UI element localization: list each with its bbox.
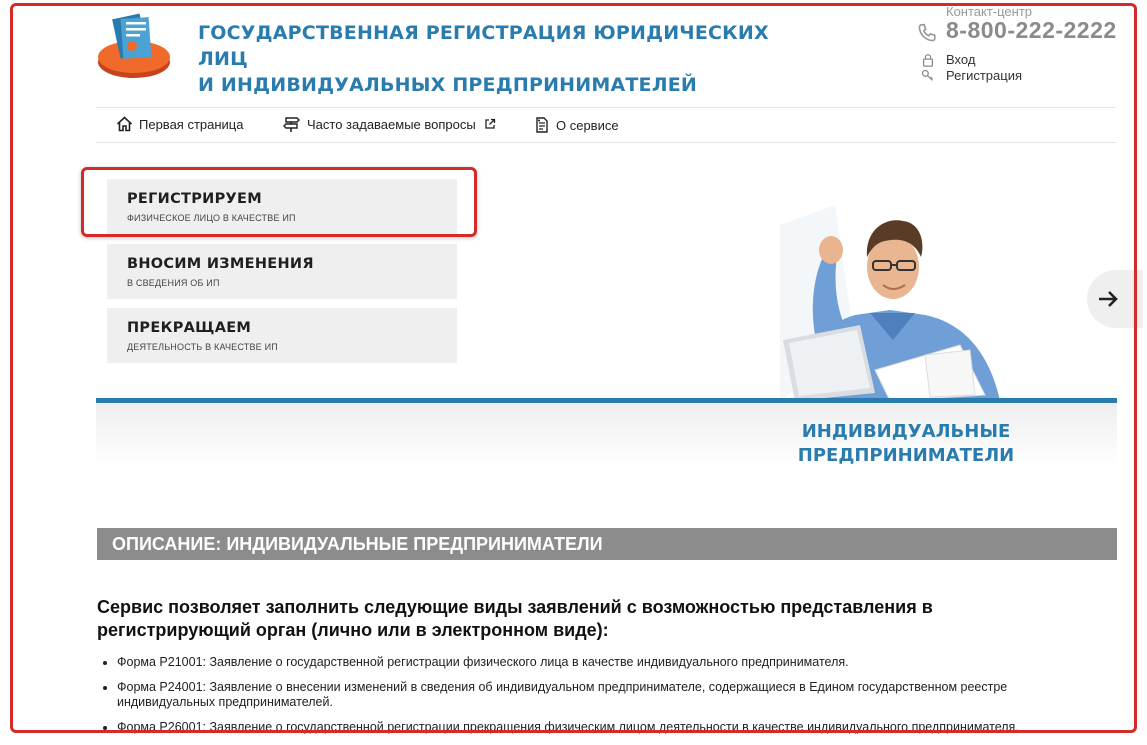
contact-phone[interactable]: 8-800-222-2222 xyxy=(946,17,1117,44)
lock-icon xyxy=(923,53,933,67)
nav-item-faq[interactable]: Часто задаваемые вопросы xyxy=(283,116,502,132)
forms-list: Форма Р21001: Заявление о государственно… xyxy=(97,655,1097,745)
signpost-icon xyxy=(283,117,300,132)
site-logo[interactable] xyxy=(96,12,172,82)
site-title-line2: И ИНДИВИДУАЛЬНЫХ ПРЕДПРИНИМАТЕЛЕЙ xyxy=(198,74,697,96)
businessman-illustration xyxy=(780,205,1000,401)
banner-next-button[interactable] xyxy=(1087,270,1143,328)
nav-item-home[interactable]: Первая страница xyxy=(116,116,243,132)
menu-tile-title: ПРЕКРАЩАЕМ xyxy=(127,320,252,336)
menu-tile-title: РЕГИСТРИРУЕМ xyxy=(127,191,262,207)
logo-icon xyxy=(98,13,170,78)
main-nav: Первая страница Часто задаваемые вопросы… xyxy=(96,107,1116,143)
banner-title-line1: ИНДИВИДУАЛЬНЫЕ xyxy=(801,421,1011,442)
arrow-right-icon xyxy=(1099,291,1118,307)
nav-item-label: Часто задаваемые вопросы xyxy=(307,116,476,132)
key-icon xyxy=(921,69,934,81)
site-title-line1: ГОСУДАРСТВЕННАЯ РЕГИСТРАЦИЯ ЮРИДИЧЕСКИХ … xyxy=(198,22,769,70)
banner-title: ИНДИВИДУАЛЬНЫЕ ПРЕДПРИНИМАТЕЛИ xyxy=(780,420,1032,468)
menu-tile-subtitle: В СВЕДЕНИЯ ОБ ИП xyxy=(127,278,220,288)
nav-item-about[interactable]: О сервисе xyxy=(534,116,619,134)
menu-tile-terminate[interactable]: ПРЕКРАЩАЕМ ДЕЯТЕЛЬНОСТЬ В КАЧЕСТВЕ ИП xyxy=(107,308,457,363)
nav-item-label: О сервисе xyxy=(556,117,619,133)
menu-tile-subtitle: ДЕЯТЕЛЬНОСТЬ В КАЧЕСТВЕ ИП xyxy=(127,342,278,352)
list-item: Форма Р26001: Заявление о государственно… xyxy=(117,720,1097,735)
list-item: Форма Р21001: Заявление о государственно… xyxy=(117,655,1097,670)
description-lead: Сервис позволяет заполнить следующие вид… xyxy=(97,597,933,640)
menu-tile-title: ВНОСИМ ИЗМЕНЕНИЯ xyxy=(127,256,314,272)
site-title[interactable]: ГОСУДАРСТВЕННАЯ РЕГИСТРАЦИЯ ЮРИДИЧЕСКИХ … xyxy=(198,20,818,98)
description-header: ОПИСАНИЕ: ИНДИВИДУАЛЬНЫЕ ПРЕДПРИНИМАТЕЛИ xyxy=(97,528,1117,560)
home-icon xyxy=(116,116,133,132)
login-link[interactable]: Вход xyxy=(920,52,975,67)
register-label: Регистрация xyxy=(946,68,1022,83)
document-icon xyxy=(536,117,548,133)
menu-tile-changes[interactable]: ВНОСИМ ИЗМЕНЕНИЯ В СВЕДЕНИЯ ОБ ИП xyxy=(107,244,457,299)
menu-tile-subtitle: ФИЗИЧЕСКОЕ ЛИЦО В КАЧЕСТВЕ ИП xyxy=(127,213,296,223)
register-link[interactable]: Регистрация xyxy=(920,68,1022,83)
banner-title-line2: ПРЕДПРИНИМАТЕЛИ xyxy=(797,445,1015,466)
menu-tile-register[interactable]: РЕГИСТРИРУЕМ ФИЗИЧЕСКОЕ ЛИЦО В КАЧЕСТВЕ … xyxy=(107,179,457,234)
login-label: Вход xyxy=(946,52,976,67)
nav-item-label: Первая страница xyxy=(139,116,244,132)
list-item: Форма Р24001: Заявление о внесении измен… xyxy=(117,680,1097,710)
phone-icon xyxy=(918,23,936,42)
external-link-icon xyxy=(485,118,495,129)
